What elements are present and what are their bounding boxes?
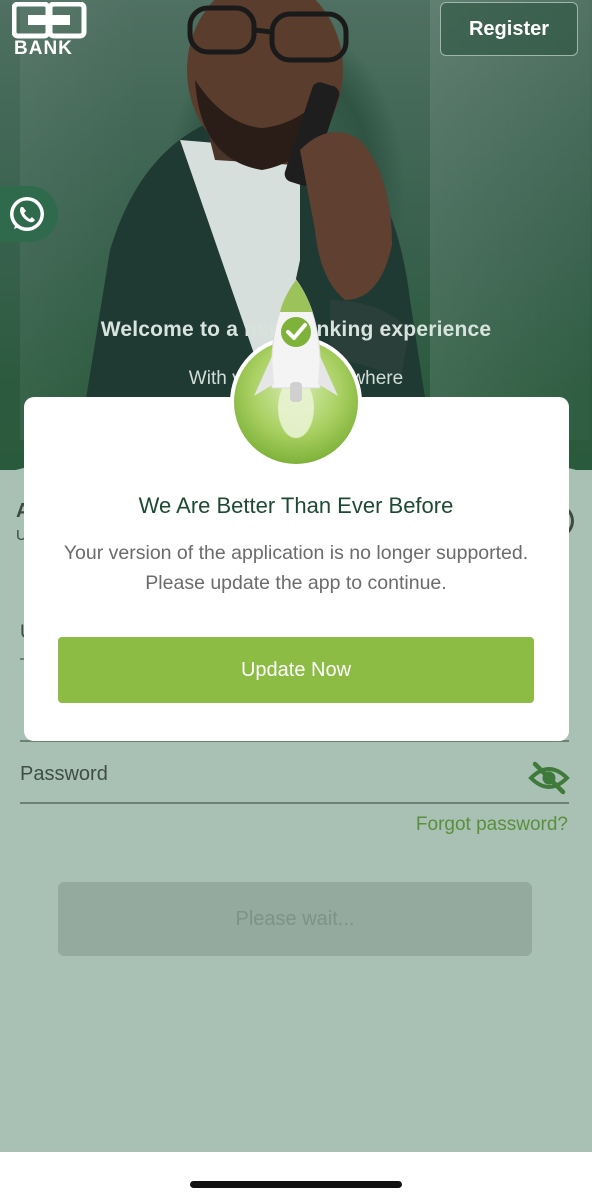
bottom-bar [0, 1152, 592, 1200]
eye-off-icon[interactable] [528, 758, 570, 798]
home-indicator[interactable] [190, 1181, 402, 1188]
dialog-message: Your version of the application is no lo… [63, 542, 529, 594]
password-field[interactable]: Password [20, 763, 108, 786]
forgot-password-link[interactable]: Forgot password? [416, 814, 568, 836]
rocket-icon [230, 279, 362, 468]
register-button[interactable]: Register [440, 2, 578, 56]
app-screen: Welcome to a new banking experience With… [0, 0, 592, 1200]
logo-text: BANK [14, 38, 73, 59]
dialog-title: We Are Better Than Ever Before [138, 493, 454, 518]
update-now-button[interactable]: Update Now [58, 637, 534, 703]
login-button-disabled[interactable]: Please wait... [58, 882, 532, 956]
password-field-underline [20, 802, 569, 804]
whatsapp-button[interactable] [0, 186, 58, 242]
whatsapp-icon [10, 197, 44, 231]
